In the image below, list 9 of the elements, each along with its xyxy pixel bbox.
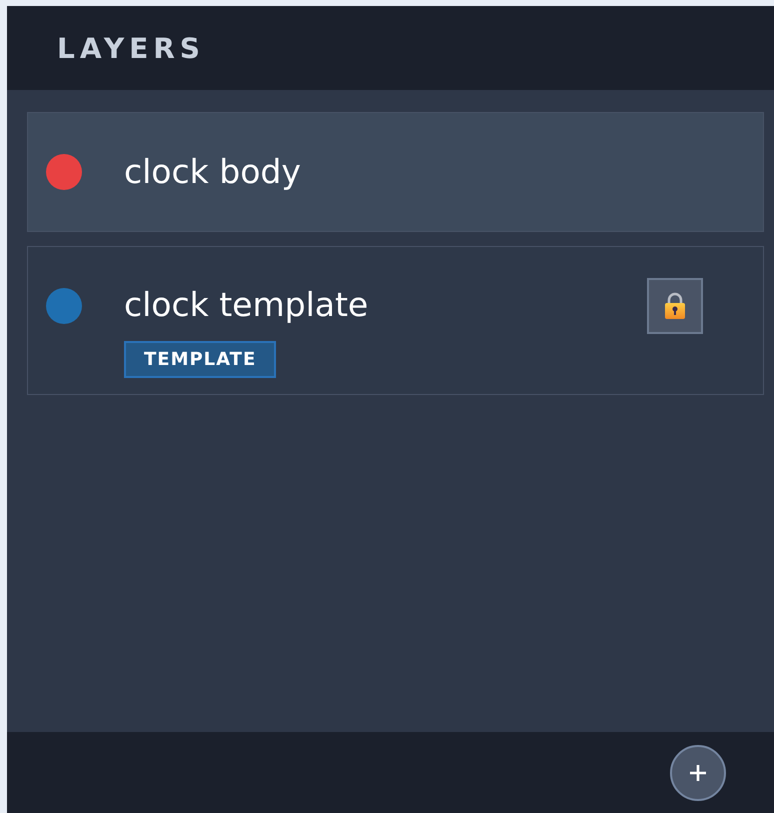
lock-button[interactable]	[647, 278, 703, 334]
layer-item[interactable]: clock body	[27, 112, 764, 232]
add-icon	[689, 764, 707, 782]
panel-title: LAYERS	[57, 32, 205, 64]
template-badge: TEMPLATE	[124, 341, 276, 378]
layer-name: clock body	[124, 151, 301, 193]
padlock-icon	[664, 292, 686, 320]
layer-name: clock template	[124, 284, 368, 326]
layer-item[interactable]: clock template TEMPLATE	[27, 246, 764, 395]
